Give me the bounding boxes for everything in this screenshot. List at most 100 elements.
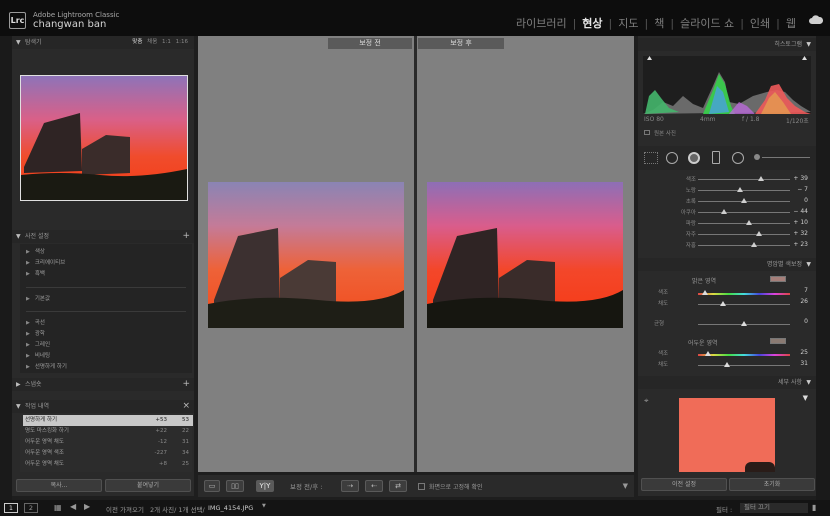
hsl-slider-row[interactable]: 아쿠아 − 44 xyxy=(638,207,816,217)
module-print[interactable]: 인쇄 xyxy=(750,15,770,31)
collapse-icon[interactable]: ▼ xyxy=(16,400,21,413)
highlights-hue-value[interactable]: 7 xyxy=(804,287,808,294)
hsl-slider-row[interactable]: 자홍 + 23 xyxy=(638,240,816,250)
slider-value[interactable]: + 39 xyxy=(793,175,808,182)
redeye-icon[interactable] xyxy=(688,152,700,164)
slider-knob[interactable] xyxy=(755,231,762,236)
preset-group[interactable]: ▶ 흑백 xyxy=(26,269,45,277)
hsl-slider-row[interactable]: 노랑 − 7 xyxy=(638,185,816,195)
yy-button[interactable]: Y|Y xyxy=(256,480,274,492)
expand-icon[interactable]: ▶ xyxy=(16,378,21,391)
forward-arrow-icon[interactable]: ▶ xyxy=(84,502,90,511)
slider-knob[interactable] xyxy=(741,198,747,203)
history-row[interactable]: 어두운 영역 채도 -12 31 xyxy=(23,437,193,448)
slider-knob[interactable] xyxy=(702,290,708,295)
detail-preview[interactable] xyxy=(679,398,775,472)
loupe-view-button[interactable]: ▭ xyxy=(204,480,220,492)
slider-knob[interactable] xyxy=(758,176,765,181)
presets-header[interactable]: ▼ 사전 설정 + xyxy=(12,230,194,243)
shadows-sat-slider[interactable] xyxy=(698,365,790,366)
add-preset-icon[interactable]: + xyxy=(182,230,190,243)
filter-toggle-icon[interactable]: ▮ xyxy=(812,503,816,512)
zoom-fit[interactable]: 맞춤 xyxy=(132,39,142,45)
compare-lr-button[interactable]: ▯▯ xyxy=(226,480,244,492)
detail-header[interactable]: 세부 사항 ▼ xyxy=(638,376,816,389)
grid-icon[interactable]: ▦ xyxy=(54,503,62,512)
file-menu-icon[interactable]: ▼ xyxy=(262,503,266,509)
collapse-icon[interactable]: ▼ xyxy=(806,258,811,271)
highlights-swatch[interactable] xyxy=(770,276,786,282)
slider-knob[interactable] xyxy=(751,242,758,247)
back-arrow-icon[interactable]: ◀ xyxy=(70,502,76,511)
slider-knob[interactable] xyxy=(720,209,727,214)
snapshots-header[interactable]: ▶ 스냅숏 + xyxy=(12,378,194,391)
left-panel-edge[interactable] xyxy=(0,36,12,500)
highlights-sat-slider[interactable] xyxy=(698,304,790,305)
collapse-icon[interactable]: ▼ xyxy=(806,38,811,51)
previous-import[interactable]: 이전 가져오기 xyxy=(106,504,144,514)
reset-button[interactable]: 초기화 xyxy=(729,478,815,491)
slider-value[interactable]: 0 xyxy=(804,197,808,204)
swap-button[interactable]: ⇄ xyxy=(389,480,407,492)
history-row[interactable]: 명도 마스킹화 하기 +22 22 xyxy=(23,426,193,437)
spot-removal-icon[interactable] xyxy=(666,152,678,164)
highlights-sat-value[interactable]: 26 xyxy=(800,298,808,305)
history-row[interactable]: 선명하게 하기 +53 53 xyxy=(23,415,193,426)
preset-group[interactable]: ▶ 색상 xyxy=(26,247,45,255)
module-map[interactable]: 지도 xyxy=(618,15,638,31)
after-photo[interactable] xyxy=(427,182,623,328)
copy-before-after-button[interactable]: ⇢ xyxy=(341,480,359,492)
lock-checkbox[interactable] xyxy=(418,483,425,490)
slider-value[interactable]: − 44 xyxy=(793,208,808,215)
cloud-icon[interactable] xyxy=(809,15,823,24)
slider-knob[interactable] xyxy=(737,187,744,192)
graduated-filter-icon[interactable] xyxy=(712,151,720,164)
slider-value[interactable]: + 23 xyxy=(793,241,808,248)
slider-track[interactable] xyxy=(698,223,790,224)
target-icon[interactable]: ⌖ xyxy=(644,396,649,406)
collapse-icon[interactable]: ▼ xyxy=(16,36,21,49)
zoom-1to1[interactable]: 1:1 xyxy=(162,39,171,45)
collapse-icon[interactable]: ▼ xyxy=(16,230,21,243)
preset-group[interactable]: ▶ 그레인 xyxy=(26,340,50,348)
zoom-fill[interactable]: 채움 xyxy=(147,39,157,45)
balance-value[interactable]: 0 xyxy=(804,318,808,325)
display-1-button[interactable]: 1 xyxy=(4,503,18,513)
preset-group[interactable]: ▶ 선명하게 하기 xyxy=(26,362,67,370)
slider-track[interactable] xyxy=(698,212,790,213)
copy-button[interactable]: 복사... xyxy=(16,479,102,492)
slider-value[interactable]: + 10 xyxy=(793,219,808,226)
slider-knob[interactable] xyxy=(741,321,747,326)
shadows-sat-value[interactable]: 31 xyxy=(800,360,808,367)
module-book[interactable]: 책 xyxy=(654,15,664,31)
slider-knob[interactable] xyxy=(724,362,730,367)
collapse-icon[interactable]: ▼ xyxy=(806,376,811,389)
slider-knob[interactable] xyxy=(720,301,726,306)
split-toning-header[interactable]: 명암별 색보정 ▼ xyxy=(638,258,816,271)
preset-group[interactable]: ▶ 크리에이티브 xyxy=(26,258,65,266)
slider-track[interactable] xyxy=(698,245,790,246)
preset-group[interactable]: ▶ 기본값 xyxy=(26,294,50,302)
module-develop[interactable]: 현상 xyxy=(582,15,602,31)
histogram-header[interactable]: 히스토그램 ▼ xyxy=(638,38,816,51)
module-slideshow[interactable]: 슬라이드 쇼 xyxy=(680,15,734,31)
module-library[interactable]: 라이브러리 xyxy=(516,15,567,31)
file-name[interactable]: IMG_4154.JPG xyxy=(208,504,253,512)
zoom-ratio[interactable]: 1:16 xyxy=(176,39,188,45)
brush-slider[interactable] xyxy=(762,157,810,158)
slider-knob[interactable] xyxy=(705,351,711,356)
shadows-hue-value[interactable]: 25 xyxy=(800,349,808,356)
radial-filter-icon[interactable] xyxy=(732,152,744,164)
module-web[interactable]: 웹 xyxy=(786,15,796,31)
previous-button[interactable]: 이전 설정 xyxy=(641,478,727,491)
shadows-swatch[interactable] xyxy=(770,338,786,344)
slider-value[interactable]: − 7 xyxy=(797,186,808,193)
hsl-slider-row[interactable]: 파랑 + 10 xyxy=(638,218,816,228)
detail-menu-icon[interactable]: ▼ xyxy=(803,394,808,402)
display-2-button[interactable]: 2 xyxy=(24,503,38,513)
histogram[interactable] xyxy=(643,56,811,114)
add-snapshot-icon[interactable]: + xyxy=(182,378,190,391)
original-checkbox[interactable] xyxy=(644,130,650,135)
navigator-header[interactable]: ▼ 탐색기 맞춤 채움 1:1 1:16 xyxy=(12,36,194,49)
right-panel-edge[interactable] xyxy=(816,36,830,500)
